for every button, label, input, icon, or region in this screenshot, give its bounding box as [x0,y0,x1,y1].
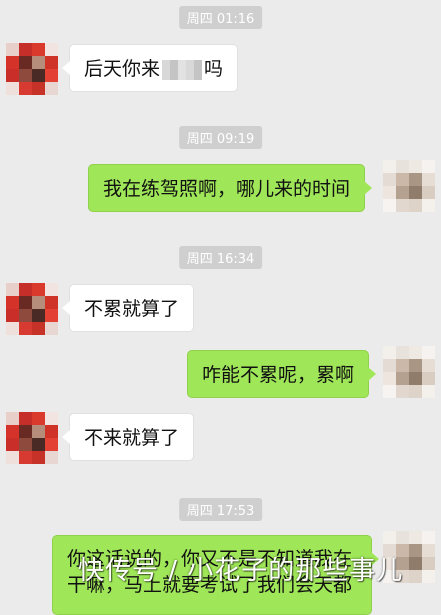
watermark: 快传号 / 小花子的那些事儿 [78,556,404,586]
received-message[interactable]: 后天你来 吗 [61,44,239,92]
received-message[interactable]: 不来就算了 [61,413,195,461]
message-text: 后天你来 [84,58,161,80]
timestamp: 周四 16:34 [178,246,263,269]
received-message[interactable]: 不累就算了 [61,284,195,332]
redacted-text [162,59,203,80]
contact-avatar[interactable] [6,412,58,464]
timestamp: 周四 01:16 [178,6,263,29]
message-text: 不累就算了 [84,298,180,320]
message-text: 咋能不累呢，累啊 [202,364,355,386]
sent-message[interactable]: 咋能不累呢，累啊 [187,350,377,398]
message-text: 不来就算了 [84,427,180,449]
user-avatar[interactable] [383,346,435,398]
contact-avatar[interactable] [6,283,58,335]
sent-message[interactable]: 我在练驾照啊，哪儿来的时间 [88,164,373,212]
contact-avatar[interactable] [6,43,58,95]
user-avatar[interactable] [383,160,435,212]
timestamp: 周四 17:53 [178,498,263,521]
timestamp: 周四 09:19 [178,126,263,149]
message-text: 我在练驾照啊，哪儿来的时间 [103,178,351,200]
message-text: 吗 [204,58,224,80]
